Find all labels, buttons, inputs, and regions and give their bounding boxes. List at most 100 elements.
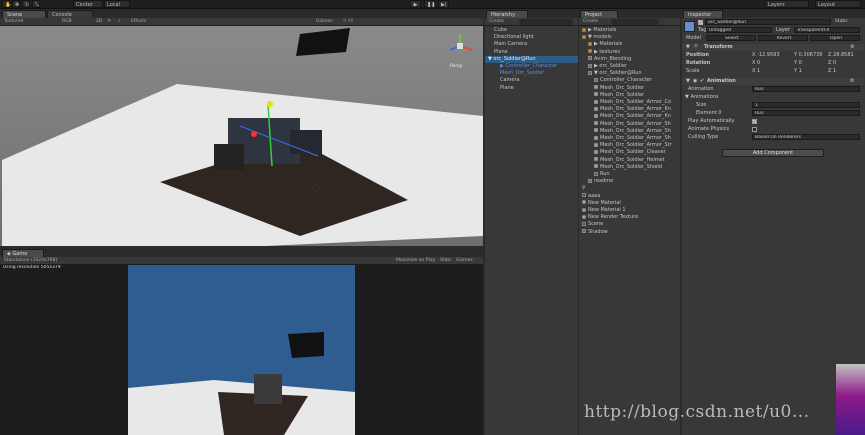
scale-y-field[interactable]: Y 1 xyxy=(794,68,802,75)
culling-type-dropdown[interactable]: Based On Renderers xyxy=(752,134,860,140)
hierarchy-item[interactable]: Directional light xyxy=(485,34,578,41)
shading-mode-dropdown[interactable]: Textured xyxy=(4,18,23,26)
animation-enabled-checkbox[interactable]: ✔ xyxy=(700,78,704,85)
render-mode-dropdown[interactable]: RGB xyxy=(62,18,72,26)
scene-viewport[interactable]: Persp xyxy=(0,26,483,246)
project-item[interactable]: Mesh_Orc_Soldier_Armor_Sh xyxy=(579,128,680,135)
model-select-button[interactable]: Select xyxy=(706,35,756,41)
project-item[interactable]: ⚲ xyxy=(579,185,680,192)
toggle-2d-button[interactable]: 2D xyxy=(96,18,102,26)
project-item[interactable]: Scene xyxy=(579,221,680,228)
position-y-field[interactable]: Y 0.306736 xyxy=(794,52,823,59)
position-z-field[interactable]: Z 28.8581 xyxy=(828,52,854,59)
project-item[interactable]: Mesh_Orc_Soldier_Helmet xyxy=(579,157,680,164)
project-item[interactable]: ▶ orc_Soldier xyxy=(579,63,680,70)
scale-z-field[interactable]: Z 1 xyxy=(828,68,836,75)
scale-tool-icon[interactable]: ⤡ xyxy=(32,0,40,8)
resolution-dropdown[interactable]: Standalone (1024x768) xyxy=(4,257,57,265)
project-item[interactable]: aaaa xyxy=(579,193,680,200)
project-item[interactable]: Run xyxy=(579,171,680,178)
transform-header[interactable]: ▼ ⤧ Transform ⚙ xyxy=(682,44,864,51)
game-gizmos-dropdown[interactable]: Gizmos xyxy=(456,257,473,265)
project-item[interactable]: Mesh_Orc_Soldier_Cleaver xyxy=(579,149,680,156)
hierarchy-create-dropdown[interactable]: Create xyxy=(489,18,504,26)
effects-dropdown[interactable]: Effects xyxy=(131,18,146,26)
hierarchy-item[interactable]: Plane xyxy=(485,49,578,56)
project-item[interactable]: ▶ textures xyxy=(579,49,680,56)
hierarchy-item[interactable]: Camera xyxy=(485,77,578,84)
stats-toggle[interactable]: Stats xyxy=(440,257,452,265)
element0-field[interactable]: Run xyxy=(752,110,860,116)
project-item[interactable]: ▼ orc_Soldier@Run xyxy=(579,70,680,77)
rotation-x-field[interactable]: X 0 xyxy=(752,60,760,67)
animate-physics-checkbox[interactable] xyxy=(752,127,757,132)
rotation-y-field[interactable]: Y 0 xyxy=(794,60,802,67)
hand-tool-icon[interactable]: ✋ xyxy=(2,0,11,8)
view-gizmo[interactable] xyxy=(446,32,474,60)
model-revert-button[interactable]: Revert xyxy=(758,35,808,41)
model-open-button[interactable]: Open xyxy=(810,35,860,41)
persp-label[interactable]: Persp xyxy=(450,64,462,69)
hierarchy-item[interactable]: Cube xyxy=(485,27,578,34)
maximize-on-play-toggle[interactable]: Maximize on Play xyxy=(396,257,435,265)
project-search-input[interactable] xyxy=(611,19,659,25)
pivot-local-button[interactable]: Local xyxy=(104,0,130,8)
pause-icon[interactable]: ❚❚ xyxy=(424,0,435,8)
file-icon xyxy=(588,56,592,61)
project-item[interactable]: Shadow xyxy=(579,229,680,236)
pivot-center-button[interactable]: Center xyxy=(73,0,103,8)
active-checkbox[interactable]: ✔ xyxy=(698,20,703,25)
project-item[interactable]: Mesh_Orc_Soldier xyxy=(579,85,680,92)
project-create-dropdown[interactable]: Create xyxy=(583,18,598,26)
hierarchy-item[interactable]: ▼ orc_Soldier@Run xyxy=(485,55,578,64)
hierarchy-item[interactable]: Mesh_Orc_Soldier xyxy=(485,70,578,77)
static-toggle[interactable]: Static xyxy=(835,19,848,24)
play-icon[interactable]: ▶ xyxy=(410,0,421,8)
animations-foldout[interactable]: ▼ Animations xyxy=(685,94,719,101)
step-icon[interactable]: ▶| xyxy=(438,0,449,8)
project-item[interactable]: Mesh_Orc_Soldier_Shield xyxy=(579,164,680,171)
object-name-field[interactable]: orc_Soldier@Run xyxy=(705,19,831,25)
tag-dropdown[interactable]: Untagged xyxy=(706,27,772,33)
rotate-tool-icon[interactable]: ↻ xyxy=(22,0,30,8)
move-tool-icon[interactable]: ✥ xyxy=(12,0,20,8)
rotation-z-field[interactable]: Z 0 xyxy=(828,60,836,67)
project-item[interactable]: Mesh_Orc_Soldier xyxy=(579,92,680,99)
hierarchy-search-input[interactable] xyxy=(519,19,573,25)
animation-settings-icon[interactable]: ⚙ xyxy=(850,78,854,85)
project-item[interactable]: ▼ models xyxy=(579,34,680,41)
project-item[interactable]: ▶ Materials xyxy=(579,41,680,48)
project-item[interactable]: Mesh_Orc_Soldier_Armor_Sh xyxy=(579,135,680,142)
layer-dropdown[interactable]: TransparentFX xyxy=(794,27,860,33)
project-item[interactable]: New Material xyxy=(579,200,680,207)
hierarchy-item[interactable]: ▶ Controller_Character xyxy=(485,63,578,70)
project-item[interactable]: Mesh_Orc_Soldier_Armor_Co xyxy=(579,99,680,106)
project-item[interactable]: Mesh_Orc_Soldier_Armor_Kn xyxy=(579,113,680,120)
audio-toggle-icon[interactable]: ♪ xyxy=(118,18,121,26)
size-field[interactable]: 1 xyxy=(752,102,860,108)
project-item[interactable]: Mesh_Orc_Soldier_Armor_Str xyxy=(579,142,680,149)
project-item[interactable]: ▶ Materials xyxy=(579,27,680,34)
gizmos-dropdown[interactable]: Gizmos xyxy=(316,18,333,26)
animation-clip-field[interactable]: Run xyxy=(752,86,860,92)
game-viewport[interactable]: Using resolution 505x379 xyxy=(0,265,483,435)
layout-dropdown[interactable]: Layout xyxy=(815,0,861,8)
play-automatically-checkbox[interactable]: ✔ xyxy=(752,119,757,124)
layers-dropdown[interactable]: Layers xyxy=(765,0,809,8)
project-item[interactable]: Mesh_Orc_Soldier_Armor_Kn xyxy=(579,106,680,113)
project-item[interactable]: Mesh_Orc_Soldier_Armor_Sh xyxy=(579,121,680,128)
hierarchy-item[interactable]: Plane xyxy=(485,85,578,92)
project-item[interactable]: New Render Texture xyxy=(579,214,680,221)
project-item[interactable]: New Material 1 xyxy=(579,207,680,214)
project-item[interactable]: Controller_Character xyxy=(579,77,680,84)
scale-x-field[interactable]: X 1 xyxy=(752,68,760,75)
component-settings-icon[interactable]: ⚙ xyxy=(850,44,854,51)
project-item[interactable]: Anim_Blending xyxy=(579,56,680,63)
position-x-field[interactable]: X -12.9593 xyxy=(752,52,780,59)
animation-header[interactable]: ▼ ◉ ✔ Animation ⚙ xyxy=(682,78,864,85)
add-component-button[interactable]: Add Component xyxy=(722,149,824,157)
light-toggle-icon[interactable]: ☀ xyxy=(107,18,111,26)
hierarchy-item[interactable]: Main Camera xyxy=(485,41,578,48)
project-item[interactable]: readme xyxy=(579,178,680,185)
scene-search-icon[interactable]: ⚲ All xyxy=(343,18,353,26)
